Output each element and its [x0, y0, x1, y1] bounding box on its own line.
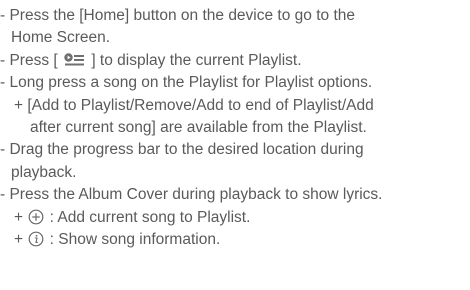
text-line-10-part-1: +: [14, 208, 28, 226]
add-circle-icon: [28, 209, 44, 225]
text-line-11-part-2: : Show song information.: [45, 231, 221, 249]
text-line-11: + : Show song information.: [0, 229, 470, 251]
text-line-10-part-2: : Add current song to Playlist.: [45, 208, 251, 226]
text-line-3-part-2: ] to display the current Playlist.: [87, 51, 302, 69]
text-line-5: + [Add to Playlist/Remove/Add to end of …: [14, 96, 374, 114]
text-line-7: - Drag the progress bar to the desired l…: [0, 141, 364, 159]
text-line-11-part-1: +: [14, 231, 28, 249]
text-line-6: after current song] are available from t…: [30, 119, 367, 137]
info-circle-icon: [28, 231, 44, 247]
document-body: - Press the [Home] button on the device …: [0, 0, 470, 251]
text-line-3-part-1: - Press [: [0, 51, 63, 69]
text-line-10: + : Add current song to Playlist.: [0, 207, 470, 229]
text-line-9: - Press the Album Cover during playback …: [0, 186, 383, 204]
text-line-3: - Press [ ] to display the current Playl…: [0, 50, 470, 72]
playlist-icon: [64, 53, 85, 66]
text-line-2: Home Screen.: [11, 29, 111, 47]
text-line-1: - Press the [Home] button on the device …: [0, 7, 355, 24]
text-line-4: - Long press a song on the Playlist for …: [0, 74, 373, 92]
text-line-8: playback.: [11, 163, 77, 181]
